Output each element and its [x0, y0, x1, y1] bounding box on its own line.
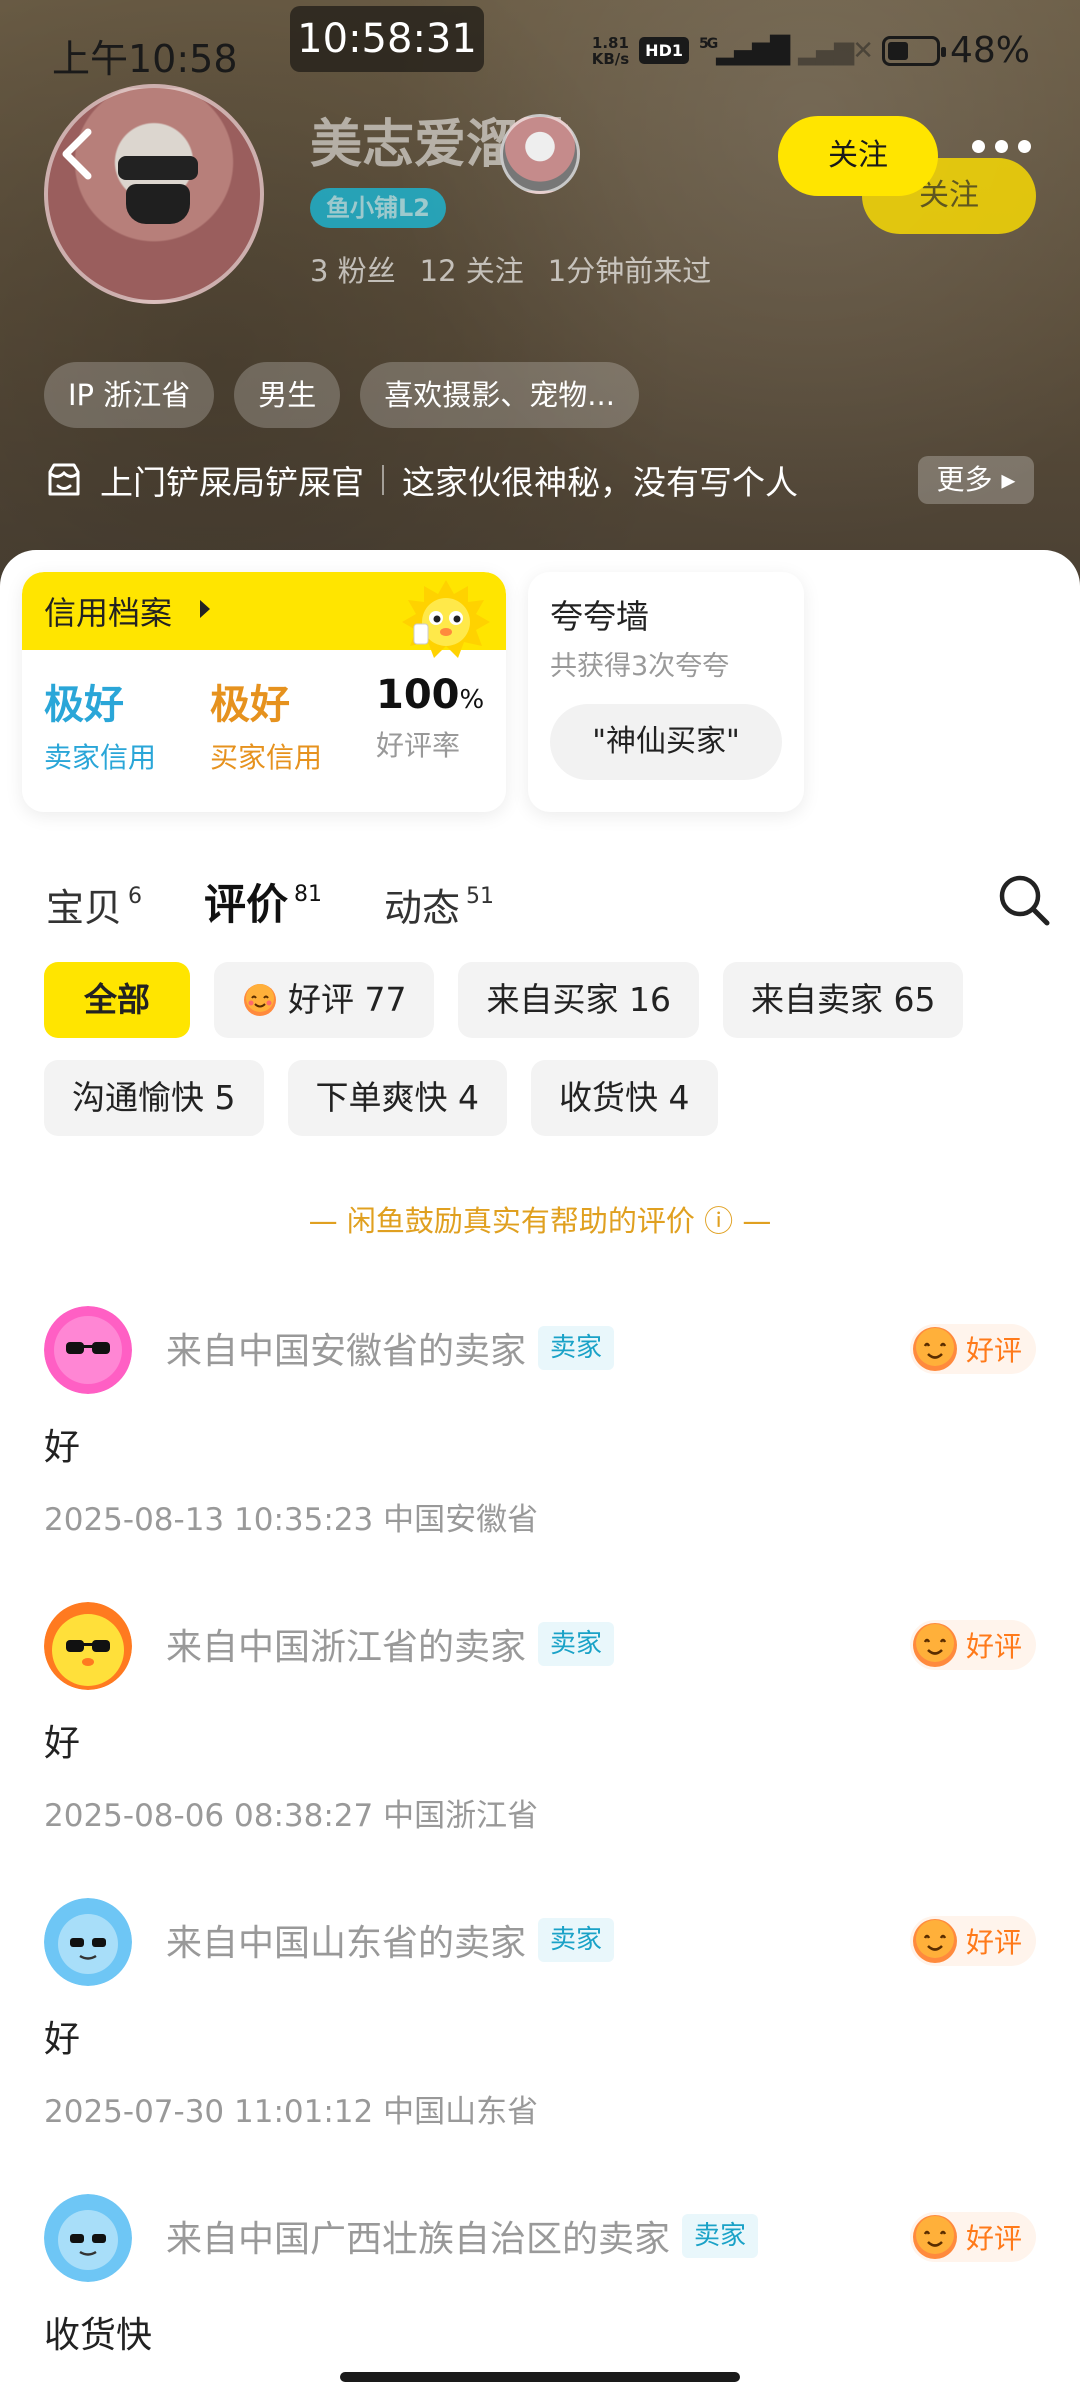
credit-title: 信用档案 [44, 594, 173, 632]
filter-quick-order[interactable]: 下单爽快 4 [287, 1060, 507, 1136]
reviewer-avatar[interactable] [44, 1602, 132, 1690]
smile-face-icon [912, 1623, 957, 1667]
good-rate: 100% 好评率 [376, 672, 485, 762]
tab-items[interactable]: 宝贝 6 [46, 877, 142, 932]
rating-badge: 好评 [909, 1620, 1036, 1670]
reviewer-origin: 来自中国安徽省的卖家 卖家 [166, 1322, 615, 1374]
buyer-credit: 极好 买家信用 [210, 682, 323, 774]
filter-from-buyer[interactable]: 来自买家 16 [458, 962, 699, 1038]
profile-stats: 3 粉丝 12 关注 1分钟前来过 [310, 248, 711, 290]
credit-card[interactable]: 信用档案 极好 卖家信用 极好 买家信用 100% 好评率 [22, 572, 506, 812]
divider [382, 465, 384, 495]
praise-wall-card[interactable]: 夸夸墙 共获得3次夸夸 "神仙买家" [528, 572, 804, 812]
back-icon[interactable] [50, 124, 110, 184]
tab-activity[interactable]: 动态 51 [384, 877, 494, 932]
reviewer-avatar[interactable] [44, 1306, 132, 1394]
last-seen: 1分钟前来过 [547, 254, 712, 288]
review-text: 好 [44, 1427, 81, 1468]
smile-face-icon [244, 984, 276, 1016]
review-text: 收货快 [44, 2315, 153, 2356]
credit-arrow-icon [200, 600, 210, 618]
profile-tags: IP 浙江省 男生 喜欢摄影、宠物... [44, 362, 639, 428]
reviewer-avatar[interactable] [44, 1898, 132, 1986]
review-item: 来自中国浙江省的卖家 卖家 好评 好 2025-08-06 08:38:27 中国… [44, 1602, 1036, 1872]
signal-2-icon: ▂▄▆✕ [798, 35, 874, 66]
filter-from-seller[interactable]: 来自卖家 65 [722, 962, 964, 1038]
more-bio-button[interactable]: 更多 ▸ [918, 456, 1034, 504]
battery-percent: 48% [949, 30, 1030, 71]
status-clock: 10:58:31 [290, 6, 484, 72]
reviewer-origin: 来自中国山东省的卖家 卖家 [166, 1914, 615, 1966]
seller-credit: 极好 卖家信用 [44, 682, 157, 774]
smile-face-icon [912, 1919, 957, 1963]
filter-all[interactable]: 全部 [44, 962, 190, 1038]
rating-badge: 好评 [909, 1324, 1036, 1374]
level-badge[interactable]: 鱼小铺L2 [310, 188, 446, 228]
reviewer-origin: 来自中国广西壮族自治区的卖家 卖家 [166, 2210, 759, 2262]
role-badge: 卖家 [538, 1918, 615, 1962]
content-tabs: 宝贝 6 评价 81 动态 51 [46, 862, 556, 934]
review-item: 来自中国山东省的卖家 卖家 好评 好 2025-07-30 11:01:12 中国… [44, 1898, 1036, 2168]
tag-hobbies[interactable]: 喜欢摄影、宠物... [360, 362, 639, 428]
rating-badge: 好评 [909, 1916, 1036, 1966]
review-meta: 2025-07-30 11:01:12 中国山东省 [44, 2094, 539, 2130]
smile-face-icon [912, 2215, 957, 2259]
praise-title: 夸夸墙 [550, 597, 649, 636]
filter-quick-receipt[interactable]: 收货快 4 [531, 1060, 718, 1136]
home-indicator[interactable] [340, 2372, 740, 2382]
hd-badge: HD1 [639, 37, 689, 64]
following-count[interactable]: 12 关注 [420, 248, 524, 290]
reviewer-origin: 来自中国浙江省的卖家 卖家 [166, 1618, 615, 1670]
role-badge: 卖家 [538, 1326, 615, 1370]
review-meta: 2025-08-06 08:38:27 中国浙江省 [44, 1798, 539, 1834]
review-notice[interactable]: — 闲鱼鼓励真实有帮助的评价 ⓘ — [0, 1198, 1080, 1240]
tab-reviews[interactable]: 评价 81 [204, 871, 322, 934]
review-item: 来自中国广西壮族自治区的卖家 卖家 好评 收货快 [44, 2194, 1036, 2400]
tag-gender: 男生 [234, 362, 341, 428]
shop-name[interactable]: 上门铲屎局铲屎官 [100, 456, 364, 504]
profile-avatar[interactable] [44, 84, 264, 304]
shop-icon [48, 463, 80, 496]
status-icons: 1.81 KB/s HD1 5G▂▄▆█ ▂▄▆✕ 48% [592, 30, 1030, 71]
praise-subtitle: 共获得3次夸夸 [550, 651, 730, 682]
smile-face-icon [912, 1327, 957, 1371]
review-text: 好 [44, 1723, 81, 1764]
review-item: 来自中国安徽省的卖家 卖家 好评 好 2025-08-13 10:35:23 中国… [44, 1306, 1036, 1576]
follow-button[interactable]: 关注 [778, 116, 938, 196]
mini-avatar[interactable] [500, 114, 580, 194]
battery-icon [881, 35, 946, 66]
role-badge: 卖家 [538, 1622, 615, 1666]
bio-text: 这家伙很神秘，没有写个人 [402, 463, 798, 502]
praise-pill[interactable]: "神仙买家" [550, 704, 782, 780]
filter-pleasant-communication[interactable]: 沟通愉快 5 [44, 1060, 264, 1136]
rating-badge: 好评 [909, 2212, 1036, 2262]
fans-count[interactable]: 3 粉丝 [310, 248, 396, 290]
filter-good[interactable]: 好评 77 [214, 962, 435, 1038]
reviewer-avatar[interactable] [44, 2194, 132, 2282]
review-meta: 2025-08-13 10:35:23 中国安徽省 [44, 1502, 539, 1538]
net-speed: 1.81 KB/s [591, 33, 630, 68]
mascot-icon [402, 580, 490, 658]
status-time: 上午10:58 [52, 37, 238, 81]
shop-bio-line: 上门铲屎局铲屎官 这家伙很神秘，没有写个人 更多 ▸ [44, 452, 1034, 508]
review-text: 好 [44, 2019, 81, 2060]
signal-icon: 5G▂▄▆█ [698, 35, 790, 66]
more-options-icon[interactable] [972, 140, 1034, 164]
search-icon[interactable] [996, 872, 1052, 928]
role-badge: 卖家 [682, 2214, 759, 2258]
review-filters: 全部 好评 77 来自买家 16 来自卖家 65 沟通愉快 5 下单爽快 4 收… [44, 962, 1044, 1136]
tag-ip: IP 浙江省 [44, 362, 215, 428]
